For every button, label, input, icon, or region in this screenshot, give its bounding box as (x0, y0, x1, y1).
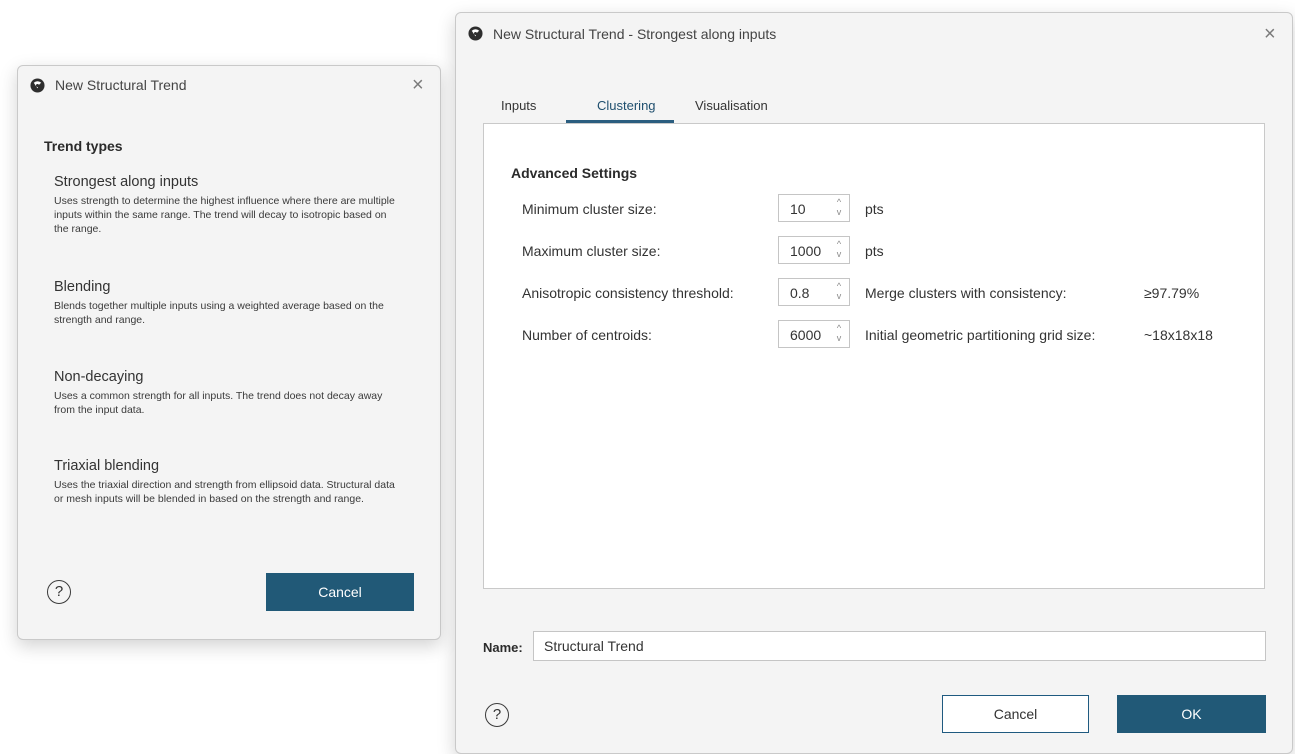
trend-types-heading: Trend types (44, 138, 123, 154)
trend-option-name: Blending (54, 279, 111, 295)
tab-visualisation[interactable]: Visualisation (695, 98, 768, 113)
help-icon[interactable]: ? (485, 703, 509, 727)
trend-option-description: Uses the triaxial direction and strength… (54, 479, 395, 505)
close-icon[interactable]: × (1264, 24, 1276, 44)
spinner-arrows-icon[interactable]: ^ v (834, 239, 844, 259)
advanced-settings-heading: Advanced Settings (511, 165, 638, 181)
clustering-panel: Advanced Settings Minimum cluster size: … (483, 123, 1265, 589)
merge-clusters-value: ≥97.79% (1144, 285, 1200, 301)
trend-option-name: Strongest along inputs (54, 174, 199, 190)
trend-option-name: Non-decaying (54, 369, 144, 385)
spinner-arrows-icon[interactable]: ^ v (834, 281, 844, 301)
dialog-title: New Structural Trend - Strongest along i… (493, 26, 777, 42)
cancel-button[interactable]: Cancel (266, 573, 414, 611)
title-bar: New Structural Trend - Strongest along i… (456, 13, 1292, 53)
help-icon[interactable]: ? (47, 580, 71, 604)
max-cluster-size-label: Maximum cluster size: (522, 243, 661, 259)
app-logo-icon (468, 26, 483, 41)
trend-option-blending[interactable]: Blending Blends together multiple inputs… (54, 279, 399, 327)
trend-option-triaxial[interactable]: Triaxial blending Uses the triaxial dire… (54, 458, 399, 506)
trend-option-description: Uses a common strength for all inputs. T… (54, 390, 383, 416)
trend-option-description: Blends together multiple inputs using a … (54, 300, 384, 326)
tab-inputs[interactable]: Inputs (501, 98, 536, 113)
spinner-arrows-icon[interactable]: ^ v (834, 197, 844, 217)
cancel-button[interactable]: Cancel (942, 695, 1089, 733)
title-bar: New Structural Trend × (18, 66, 440, 106)
min-cluster-size-label: Minimum cluster size: (522, 201, 657, 217)
name-field[interactable]: Structural Trend (533, 631, 1266, 661)
anisotropic-threshold-stepper[interactable]: 0.8 ^ v (778, 278, 850, 306)
trend-types-dialog: New Structural Trend × Trend types Stron… (17, 65, 441, 640)
dialog-title: New Structural Trend (55, 77, 187, 93)
merge-clusters-label: Merge clusters with consistency: (865, 285, 1067, 301)
app-logo-icon (30, 78, 45, 93)
close-icon[interactable]: × (412, 75, 424, 95)
grid-size-value: ~18x18x18 (1144, 327, 1213, 343)
min-cluster-size-stepper[interactable]: 10 ^ v (778, 194, 850, 222)
trend-option-description: Uses strength to determine the highest i… (54, 195, 395, 235)
anisotropic-threshold-label: Anisotropic consistency threshold: (522, 285, 734, 301)
centroids-label: Number of centroids: (522, 327, 652, 343)
unit-label: pts (865, 201, 884, 217)
centroids-stepper[interactable]: 6000 ^ v (778, 320, 850, 348)
trend-option-name: Triaxial blending (54, 458, 160, 474)
trend-option-non-decaying[interactable]: Non-decaying Uses a common strength for … (54, 369, 399, 417)
tab-clustering[interactable]: Clustering (597, 98, 656, 113)
spinner-arrows-icon[interactable]: ^ v (834, 323, 844, 343)
name-label: Name: (483, 640, 523, 655)
unit-label: pts (865, 243, 884, 259)
structural-trend-dialog: New Structural Trend - Strongest along i… (455, 12, 1293, 754)
trend-option-strongest[interactable]: Strongest along inputs Uses strength to … (54, 174, 399, 236)
ok-button[interactable]: OK (1117, 695, 1266, 733)
grid-size-label: Initial geometric partitioning grid size… (865, 327, 1096, 343)
max-cluster-size-stepper[interactable]: 1000 ^ v (778, 236, 850, 264)
